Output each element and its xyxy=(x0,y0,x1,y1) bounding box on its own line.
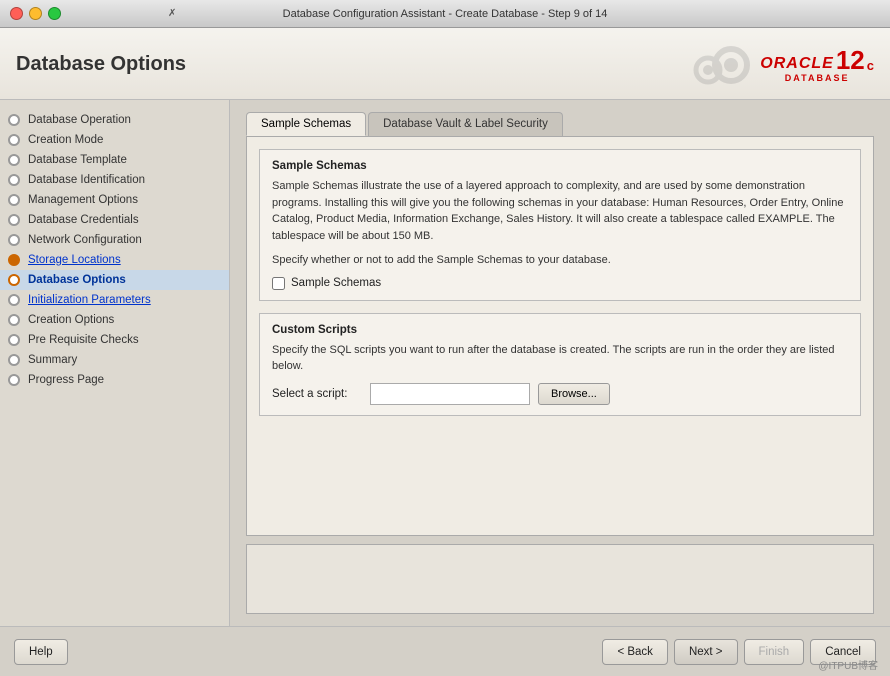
sidebar-dot xyxy=(8,214,20,226)
sidebar-item-progress-page[interactable]: Progress Page xyxy=(0,370,229,390)
sidebar-item-initialization-parameters[interactable]: Initialization Parameters xyxy=(0,290,229,310)
page-title: Database Options xyxy=(16,53,186,76)
help-button[interactable]: Help xyxy=(14,639,68,665)
sidebar-dot xyxy=(8,354,20,366)
sample-schemas-checkbox[interactable] xyxy=(272,277,285,290)
oracle-suffix: c xyxy=(867,58,874,73)
oracle-text: ORACLE xyxy=(760,55,834,73)
sidebar-item-database-options[interactable]: Database Options xyxy=(0,270,229,290)
tab-bar: Sample Schemas Database Vault & Label Se… xyxy=(246,112,874,136)
header: Database Options ORACLE 12c DATABASE xyxy=(0,28,890,100)
tab-panel-sample-schemas: Sample Schemas Sample Schemas illustrate… xyxy=(246,136,874,536)
bottom-info-area xyxy=(246,544,874,614)
sidebar-dot xyxy=(8,234,20,246)
oracle-logo: ORACLE 12c DATABASE xyxy=(686,40,874,90)
gear-decoration xyxy=(686,40,756,90)
body-area: Database Operation Creation Mode Databas… xyxy=(0,100,890,626)
select-script-label: Select a script: xyxy=(272,388,362,400)
maximize-button[interactable] xyxy=(48,7,61,20)
sample-schemas-checkbox-row: Sample Schemas xyxy=(272,277,848,290)
sidebar-dot xyxy=(8,114,20,126)
watermark: @ITPUB博客 xyxy=(812,655,884,674)
sidebar-item-database-operation[interactable]: Database Operation xyxy=(0,110,229,130)
sidebar-item-database-template[interactable]: Database Template xyxy=(0,150,229,170)
window-title: Database Configuration Assistant - Creat… xyxy=(283,8,608,20)
sidebar-item-summary[interactable]: Summary xyxy=(0,350,229,370)
sidebar-item-database-credentials[interactable]: Database Credentials xyxy=(0,210,229,230)
custom-scripts-description: Specify the SQL scripts you want to run … xyxy=(272,342,848,375)
sidebar-dot xyxy=(8,314,20,326)
custom-scripts-section: Custom Scripts Specify the SQL scripts y… xyxy=(259,313,861,416)
tab-database-vault-label-security[interactable]: Database Vault & Label Security xyxy=(368,112,563,136)
sidebar-item-database-identification[interactable]: Database Identification xyxy=(0,170,229,190)
sidebar-dot xyxy=(8,134,20,146)
footer-left: Help xyxy=(14,639,68,665)
sidebar-dot xyxy=(8,334,20,346)
sidebar-item-storage-locations[interactable]: Storage Locations xyxy=(0,250,229,270)
window-controls[interactable] xyxy=(10,7,61,20)
sidebar-dot xyxy=(8,194,20,206)
oracle-brand: ORACLE 12c DATABASE xyxy=(760,47,874,83)
sidebar: Database Operation Creation Mode Databas… xyxy=(0,100,230,626)
title-bar: ✗ Database Configuration Assistant - Cre… xyxy=(0,0,890,28)
script-input[interactable] xyxy=(370,383,530,405)
sample-schemas-section: Sample Schemas Sample Schemas illustrate… xyxy=(259,149,861,301)
app-icon: ✗ xyxy=(168,8,176,19)
sidebar-dot xyxy=(8,294,20,306)
browse-button[interactable]: Browse... xyxy=(538,383,610,405)
custom-scripts-title: Custom Scripts xyxy=(272,324,848,336)
tab-sample-schemas[interactable]: Sample Schemas xyxy=(246,112,366,136)
sidebar-dot xyxy=(8,254,20,266)
sidebar-dot-active xyxy=(8,274,20,286)
back-button[interactable]: < Back xyxy=(602,639,667,665)
content-area: Sample Schemas Database Vault & Label Se… xyxy=(230,100,890,626)
sample-schemas-description: Sample Schemas illustrate the use of a l… xyxy=(272,178,848,244)
sidebar-item-creation-mode[interactable]: Creation Mode xyxy=(0,130,229,150)
sidebar-item-network-configuration[interactable]: Network Configuration xyxy=(0,230,229,250)
sidebar-item-management-options[interactable]: Management Options xyxy=(0,190,229,210)
sidebar-dot xyxy=(8,374,20,386)
sidebar-item-creation-options[interactable]: Creation Options xyxy=(0,310,229,330)
close-button[interactable] xyxy=(10,7,23,20)
script-select-row: Select a script: Browse... xyxy=(272,383,848,405)
sample-schemas-prompt: Specify whether or not to add the Sample… xyxy=(272,252,848,269)
next-button[interactable]: Next > xyxy=(674,639,738,665)
sidebar-item-pre-requisite-checks[interactable]: Pre Requisite Checks xyxy=(0,330,229,350)
main-window: Database Options ORACLE 12c DATABASE xyxy=(0,28,890,676)
sidebar-dot xyxy=(8,174,20,186)
sidebar-dot xyxy=(8,154,20,166)
finish-button[interactable]: Finish xyxy=(744,639,805,665)
footer: Help < Back Next > Finish Cancel xyxy=(0,626,890,676)
sample-schemas-checkbox-label[interactable]: Sample Schemas xyxy=(291,277,381,289)
minimize-button[interactable] xyxy=(29,7,42,20)
sample-schemas-title: Sample Schemas xyxy=(272,160,848,172)
oracle-version: 12 xyxy=(836,47,865,73)
